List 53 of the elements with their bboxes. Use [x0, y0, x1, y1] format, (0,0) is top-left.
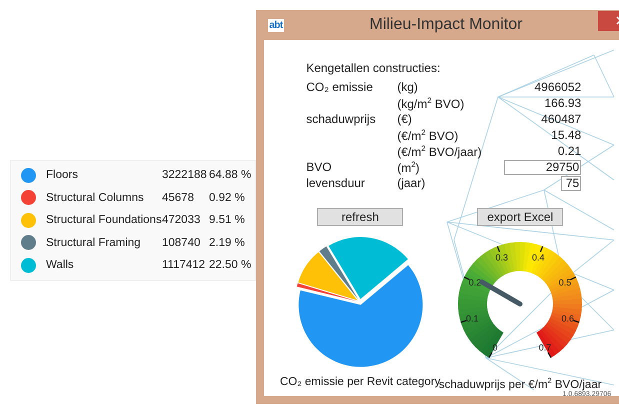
category-value: 1117412 — [162, 259, 206, 272]
export-button[interactable]: export Excel — [477, 208, 564, 226]
category-name: Walls — [46, 259, 75, 272]
metric-label: levensduur — [306, 176, 365, 190]
window-title: Milieu-Impact Monitor — [368, 16, 524, 34]
metric-label: BVO — [306, 160, 332, 174]
input-field[interactable]: 75 — [561, 176, 582, 190]
tick-label: 0.4 — [532, 252, 545, 262]
tick-mark — [497, 246, 500, 252]
tick-mark — [460, 320, 467, 323]
unit-label: (€) — [397, 112, 412, 126]
unit-label: (€/m$^{2}$ BVO/jaar) — [397, 144, 482, 158]
category-name: Structural Columns — [46, 192, 145, 204]
tick-mark — [488, 352, 493, 358]
unit-label: (kg) — [397, 80, 418, 94]
unit-label: (kg/m$^{2}$ BVO) — [397, 96, 464, 110]
category-value: 108740 — [162, 236, 202, 249]
metric-value: 460487 — [541, 112, 582, 126]
tick-label: 0.3 — [496, 252, 508, 262]
unit-label: (m$^{2}$) — [397, 160, 420, 174]
tick-label: 0.5 — [559, 277, 572, 288]
unit-label: (€/m$^{2}$ BVO) — [397, 128, 458, 142]
category-percent: 64.88 % — [209, 169, 252, 182]
tick-mark — [548, 352, 552, 358]
category-percent: 22.50 % — [209, 259, 252, 272]
unit-label: (jaar) — [397, 176, 426, 190]
tick-label: 0.6 — [562, 314, 574, 324]
category-name: Structural Framing — [46, 236, 142, 249]
category-percent: 2.19 % — [209, 236, 245, 249]
category-name: Floors — [46, 169, 79, 182]
metric-value: 166.93 — [544, 96, 582, 110]
tick-mark — [540, 246, 544, 252]
tick-mark — [464, 276, 470, 280]
tick-mark — [574, 320, 580, 323]
category-percent: 0.92 % — [209, 192, 245, 204]
metric-label: CO₂ emissie — [306, 80, 373, 94]
category-value: 45678 — [162, 192, 195, 204]
tick-label: 0.1 — [466, 314, 479, 324]
metric-label: schaduwprijs — [306, 112, 376, 126]
refresh-button[interactable]: refresh — [317, 208, 404, 226]
category-percent: 9.51 % — [209, 214, 245, 226]
chart-caption: CO₂ emissie per Revit category — [280, 376, 440, 388]
gauge-caption: schaduwprijs per €/m$^{2}$ BVO/jaar — [438, 376, 602, 391]
metric-value: 4966052 — [534, 80, 582, 94]
section-heading: Kengetallen constructies: — [306, 61, 440, 75]
tick-mark — [570, 276, 576, 280]
category-name: Structural Foundations — [46, 214, 162, 226]
metric-value: 0.21 — [558, 144, 582, 158]
category-value: 3222188 — [162, 169, 208, 182]
app-logo: abt — [268, 18, 284, 32]
category-value: 472033 — [162, 214, 202, 226]
input-field[interactable]: 29750 — [504, 160, 582, 174]
metric-value: 15.48 — [551, 128, 582, 142]
